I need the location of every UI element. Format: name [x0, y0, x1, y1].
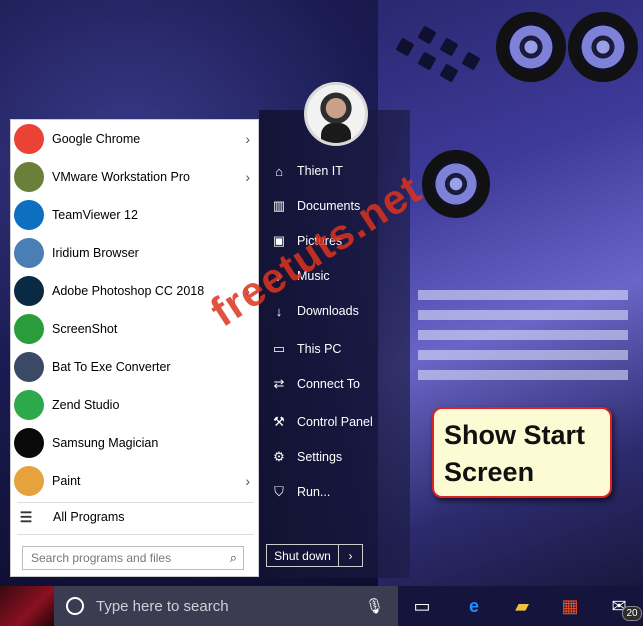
list-icon: ☰	[19, 508, 33, 525]
program-label: Bat To Exe Converter	[52, 360, 171, 374]
zend-studio-icon	[14, 390, 44, 420]
search-input[interactable]: Search programs and files ⌕	[22, 546, 244, 570]
program-item[interactable]: Google Chrome ›	[11, 120, 260, 158]
nav-item[interactable]: ⛉ Run...	[270, 482, 330, 502]
fan-graphic	[422, 150, 490, 218]
start-button[interactable]	[0, 586, 54, 626]
program-label: TeamViewer 12	[52, 208, 138, 222]
nav-label: Run...	[297, 485, 331, 499]
cortana-icon[interactable]	[66, 597, 84, 615]
teamviewer-icon	[14, 200, 44, 230]
program-item[interactable]: TeamViewer 12	[11, 196, 260, 234]
nav-item[interactable]: ↓ Downloads	[270, 301, 359, 321]
chevron-right-icon[interactable]: ›	[245, 473, 250, 489]
vmware-icon	[14, 162, 44, 192]
nav-label: Thien IT	[297, 164, 343, 178]
bat-converter-icon	[14, 352, 44, 382]
shutdown-label: Shut down	[267, 545, 339, 566]
microphone-icon[interactable]: 🎙	[365, 597, 384, 615]
documents-icon: ▥	[272, 198, 286, 213]
callout-line-2: Screen	[444, 457, 535, 487]
notification-badge: 20	[622, 606, 642, 621]
start-menu-programs-panel: Google Chrome › VMware Workstation Pro › Tea…	[10, 119, 259, 577]
photoshop-icon	[14, 276, 44, 306]
edge-icon[interactable]: e	[461, 594, 487, 618]
all-programs-item[interactable]: ☰ All Programs	[11, 500, 260, 534]
nav-label: Connect To	[297, 377, 361, 391]
search-placeholder: Search programs and files	[31, 551, 172, 565]
program-item[interactable]: Zend Studio	[11, 386, 260, 424]
taskbar-search-placeholder: Type here to search	[96, 597, 229, 615]
desktop-wallpaper	[378, 0, 643, 586]
program-label: Paint	[52, 474, 81, 488]
program-label: ScreenShot	[52, 322, 118, 336]
fan-graphic	[568, 12, 638, 82]
paint-icon	[14, 466, 44, 496]
wrench-icon: ⚒	[273, 414, 285, 429]
program-label: Zend Studio	[52, 398, 120, 412]
callout-box: Show Start Screen	[432, 407, 612, 498]
program-label: Google Chrome	[52, 132, 141, 146]
nav-label: Downloads	[297, 304, 359, 318]
nav-item[interactable]: ⇄ Connect To	[270, 374, 360, 394]
gear-icon: ⚙	[273, 449, 285, 464]
samsung-magician-icon	[14, 428, 44, 458]
shutdown-button[interactable]: Shut down ›	[266, 544, 363, 567]
computer-icon: ▭	[272, 341, 286, 356]
taskbar-search-box[interactable]: Type here to search 🎙	[54, 586, 398, 626]
file-explorer-icon[interactable]: ▰	[509, 594, 535, 618]
nav-item[interactable]: ⚒ Control Panel	[270, 412, 373, 432]
nav-label: This PC	[297, 342, 342, 356]
iridium-icon	[14, 238, 44, 268]
connect-icon: ⇄	[273, 376, 285, 391]
program-item[interactable]: Samsung Magician	[11, 424, 260, 462]
nav-item[interactable]: ⚙ Settings	[270, 447, 342, 467]
nav-label: Settings	[297, 450, 343, 464]
chevron-right-icon[interactable]: ›	[245, 131, 250, 147]
run-icon: ⛉	[274, 484, 284, 499]
chevron-right-icon[interactable]: ›	[245, 169, 250, 185]
task-view-icon[interactable]: ▭	[409, 594, 435, 618]
program-item[interactable]: Paint ›	[11, 462, 260, 500]
program-label: Samsung Magician	[52, 436, 159, 450]
store-icon[interactable]: ▦	[557, 594, 583, 618]
divider	[17, 534, 254, 535]
program-item[interactable]: Iridium Browser	[11, 234, 260, 272]
all-programs-label: All Programs	[53, 510, 125, 524]
screenshot-icon	[14, 314, 44, 344]
program-label: Adobe Photoshop CC 2018	[52, 284, 205, 298]
program-label: Iridium Browser	[52, 246, 139, 260]
callout-line-1: Show Start	[444, 420, 586, 450]
program-item[interactable]: Bat To Exe Converter	[11, 348, 260, 386]
search-icon[interactable]: ⌕	[230, 550, 237, 566]
nav-item[interactable]: ⌂ Thien IT	[270, 161, 343, 181]
nav-label: Control Panel	[297, 415, 373, 429]
program-label: VMware Workstation Pro	[52, 170, 191, 184]
chevron-right-icon[interactable]: ›	[339, 549, 362, 563]
program-item[interactable]: VMware Workstation Pro ›	[11, 158, 260, 196]
user-folder-icon: ⌂	[275, 163, 283, 179]
fan-graphic	[496, 12, 566, 82]
nav-item[interactable]: ▭ This PC	[270, 339, 342, 359]
avatar[interactable]	[304, 82, 368, 146]
chrome-icon	[14, 124, 44, 154]
